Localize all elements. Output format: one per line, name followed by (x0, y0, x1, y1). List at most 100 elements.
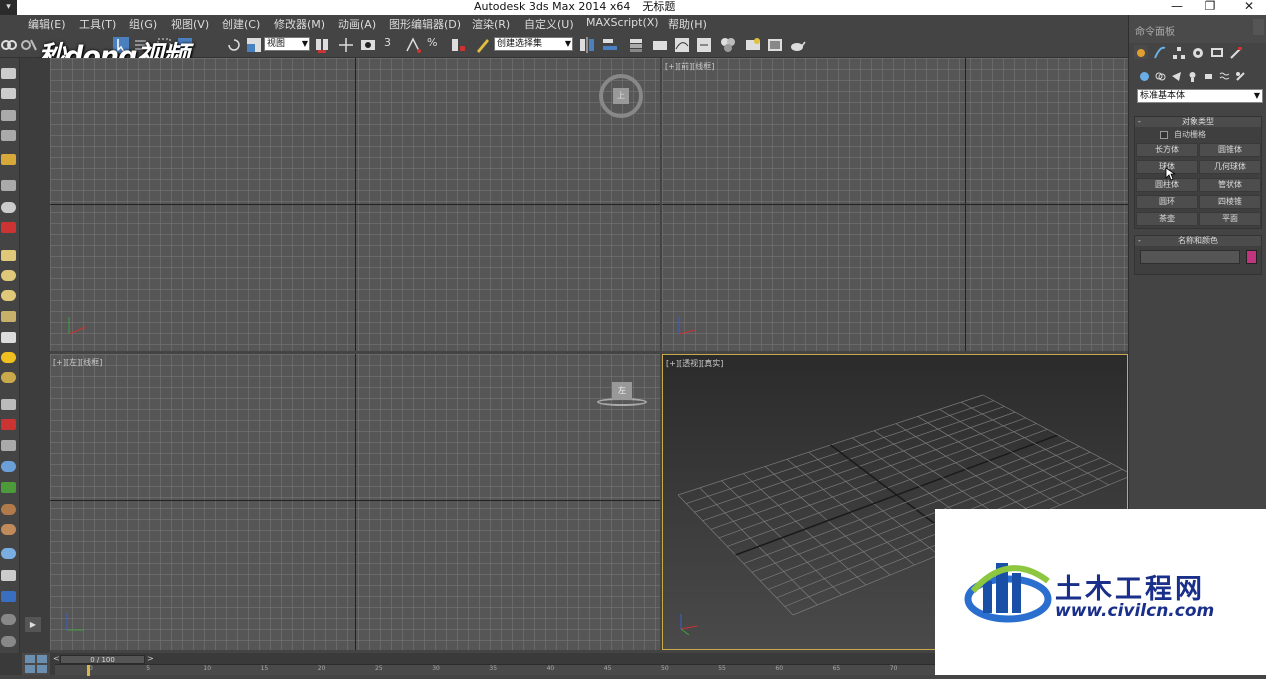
menu-group[interactable]: 组(G) (129, 16, 157, 32)
snap-3d-icon[interactable]: 3 (384, 36, 402, 54)
menu-graph-editors[interactable]: 图形编辑器(D) (389, 16, 461, 32)
tool-icon-7[interactable] (1, 202, 16, 213)
hierarchy-tab-icon[interactable] (1172, 45, 1186, 59)
lights-icon[interactable] (1171, 67, 1182, 81)
close-button[interactable]: ✕ (1238, 0, 1260, 15)
tool-icon-3[interactable] (1, 110, 16, 121)
next-frame-button[interactable]: > (147, 654, 154, 663)
shapes-icon[interactable] (1155, 67, 1166, 81)
ref-coord-select[interactable]: 视图 ▼ (264, 37, 310, 51)
percent-snap-icon[interactable]: % (427, 36, 445, 54)
schematic-view-icon[interactable] (695, 36, 713, 54)
space-warps-icon[interactable] (1219, 67, 1230, 80)
prev-frame-button[interactable]: < (53, 654, 60, 663)
tool-icon-16[interactable] (1, 399, 16, 410)
pyramid-button[interactable]: 四棱锥 (1199, 195, 1261, 209)
menu-rendering[interactable]: 渲染(R) (472, 16, 510, 32)
cylinder-icon[interactable] (1, 270, 16, 281)
render-teapot-icon[interactable] (788, 36, 806, 54)
align-icon[interactable] (601, 36, 619, 54)
tool-icon-24[interactable] (1, 570, 16, 581)
object-name-field[interactable] (1140, 250, 1240, 264)
sphere-icon[interactable] (1, 290, 16, 301)
expand-arrow-icon[interactable]: ▶ (25, 617, 41, 632)
rollout-header[interactable]: - 名称和颜色 (1135, 236, 1261, 246)
tool-icon-8[interactable] (1, 222, 16, 233)
layer-manager-icon[interactable] (627, 36, 645, 54)
viewport-label[interactable]: [+][左][线框] (53, 357, 102, 368)
viewport-layout-icon[interactable] (22, 653, 50, 675)
viewcube-ring[interactable]: 上 (599, 74, 643, 118)
restore-button[interactable]: ❐ (1199, 0, 1221, 15)
cone-button[interactable]: 圆锥体 (1199, 143, 1261, 157)
link-icon[interactable] (0, 36, 18, 54)
box-icon[interactable] (1, 250, 16, 261)
named-selection-set[interactable]: 创建选择集 ▼ (494, 37, 573, 51)
collapse-icon[interactable]: - (1138, 117, 1141, 127)
tool-icon-23[interactable] (1, 548, 16, 559)
tool-icon-4[interactable] (1, 130, 16, 141)
systems-icon[interactable] (1235, 67, 1246, 81)
spinner-snap-icon[interactable] (449, 36, 467, 54)
tool-icon-21[interactable] (1, 504, 16, 515)
tool-icon-20[interactable] (1, 482, 16, 493)
tool-icon-2[interactable] (1, 88, 16, 99)
graphite-tools-icon[interactable] (651, 36, 669, 54)
helpers-icon[interactable] (1203, 67, 1214, 79)
cameras-icon[interactable] (1187, 67, 1198, 82)
teapot-icon[interactable] (1, 311, 16, 322)
menu-customize[interactable]: 自定义(U) (524, 16, 574, 32)
viewport-label[interactable]: [+][前][线框] (665, 61, 714, 72)
torus-button[interactable]: 圆环 (1136, 195, 1198, 209)
light-icon[interactable] (1, 352, 16, 363)
menu-create[interactable]: 创建(C) (222, 16, 260, 32)
tool-icon-19[interactable] (1, 461, 16, 472)
display-tab-icon[interactable] (1210, 45, 1224, 59)
rendered-frame-icon[interactable] (766, 36, 784, 54)
tool-icon-18[interactable] (1, 440, 16, 451)
tool-icon-17[interactable] (1, 419, 16, 430)
viewport-left[interactable]: [+][左][线框] 左 (50, 354, 660, 650)
plane-button[interactable]: 平面 (1199, 212, 1261, 226)
create-tab-icon[interactable] (1134, 45, 1148, 59)
geosphere-button[interactable]: 几何球体 (1199, 160, 1261, 174)
rotate-icon[interactable] (225, 36, 243, 54)
viewcube-face[interactable]: 上 (613, 88, 629, 104)
rollout-header[interactable]: - 对象类型 (1135, 117, 1261, 127)
menu-animation[interactable]: 动画(A) (338, 16, 376, 32)
tool-icon-26[interactable] (1, 614, 16, 625)
torus-icon[interactable] (1, 372, 16, 383)
mirror-icon[interactable] (578, 36, 596, 54)
unlink-icon[interactable] (20, 36, 38, 54)
minimize-button[interactable]: — (1166, 0, 1188, 15)
viewport-top[interactable]: 上 (50, 58, 660, 351)
material-editor-icon[interactable] (719, 36, 737, 54)
menu-tools[interactable]: 工具(T) (79, 16, 116, 32)
object-color-swatch[interactable] (1246, 250, 1257, 264)
app-menu-icon[interactable]: ▾ (0, 0, 17, 15)
track-bar[interactable]: 051015202530354045505560657075808590 (55, 664, 1126, 676)
viewcube-face[interactable]: 左 (612, 382, 632, 400)
tool-icon-6[interactable] (1, 180, 16, 191)
modify-tab-icon[interactable] (1153, 45, 1167, 59)
select-manipulate-icon[interactable] (337, 36, 355, 54)
collapse-icon[interactable]: - (1138, 236, 1141, 246)
menu-edit[interactable]: 编辑(E) (28, 16, 66, 32)
cone-icon[interactable] (1, 332, 16, 343)
geometry-icon[interactable] (1139, 67, 1150, 81)
box-button[interactable]: 长方体 (1136, 143, 1198, 157)
render-setup-icon[interactable] (744, 36, 762, 54)
teapot-button[interactable]: 茶壶 (1136, 212, 1198, 226)
object-category-select[interactable]: 标准基本体 ▼ (1137, 89, 1263, 103)
motion-tab-icon[interactable] (1191, 45, 1205, 59)
autogrid-checkbox[interactable] (1160, 130, 1168, 139)
curve-editor-icon[interactable] (673, 36, 691, 54)
tool-icon-1[interactable] (1, 68, 16, 79)
tool-icon-5[interactable] (1, 154, 16, 165)
scale-icon[interactable] (245, 36, 263, 54)
tool-icon-22[interactable] (1, 524, 16, 535)
edit-named-selection-icon[interactable] (474, 36, 492, 54)
menu-view[interactable]: 视图(V) (171, 16, 209, 32)
help-icon[interactable] (1, 636, 16, 647)
menu-maxscript[interactable]: MAXScript(X) (586, 16, 659, 29)
